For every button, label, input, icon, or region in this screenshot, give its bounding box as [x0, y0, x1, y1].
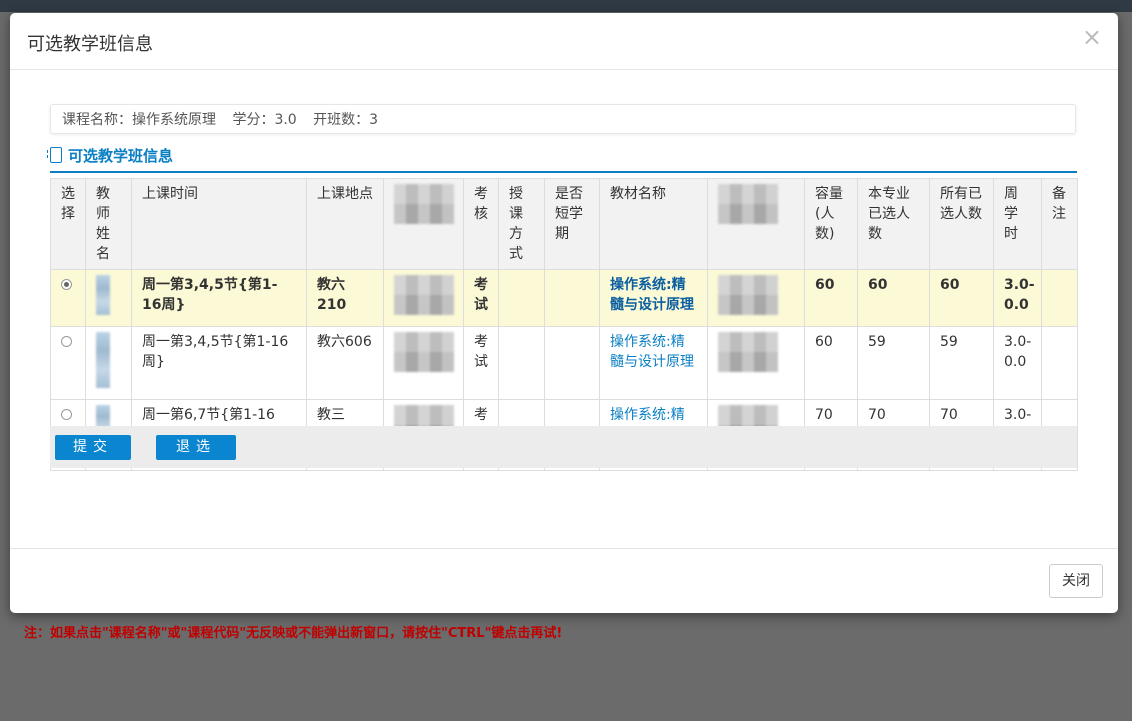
time-cell: 周一第3,4,5节{第1-16周} — [131, 269, 307, 327]
notice-text: 注：如果点击"课程名称"或"课程代码"无反映或不能弹出新窗口，请按住"CTRL"… — [24, 626, 563, 641]
col-teacher: 教师姓名 — [85, 178, 132, 270]
col-short-term: 是否短学期 — [544, 178, 600, 270]
col-exam: 考核 — [463, 178, 499, 270]
class-info-modal: 可选教学班信息 × 课程名称：操作系统原理 学分：3.0 开班数：3 可选教学班… — [10, 13, 1118, 613]
redacted-value — [718, 332, 778, 372]
select-radio[interactable] — [61, 279, 72, 290]
select-cell[interactable] — [50, 326, 86, 400]
remark-cell — [1041, 269, 1078, 327]
redacted-cell — [383, 269, 464, 327]
close-button[interactable]: 关闭 — [1049, 564, 1103, 598]
modal-title: 可选教学班信息 — [27, 34, 153, 55]
col-redacted-1 — [383, 178, 464, 270]
capacity-cell: 60 — [804, 269, 858, 327]
col-textbook: 教材名称 — [599, 178, 708, 270]
col-capacity: 容量(人数) — [804, 178, 858, 270]
table-header-row: 选择 教师姓名 上课时间 上课地点 考核 授课方式 是否短学期 教材名称 容量(… — [50, 178, 1078, 270]
redacted-teacher — [96, 275, 110, 315]
class-count: 开班数：3 — [313, 112, 379, 128]
course-credit: 学分：3.0 — [232, 112, 297, 128]
col-select: 选择 — [50, 178, 86, 270]
section-title: 可选教学班信息 — [47, 145, 174, 166]
submit-button[interactable]: 提交 — [55, 435, 131, 460]
time-cell: 周一第3,4,5节{第1-16周} — [131, 326, 307, 400]
book-icon — [47, 147, 62, 163]
section-divider — [50, 171, 1077, 173]
redacted-header — [394, 184, 454, 224]
weekly-hours-cell: 3.0-0.0 — [993, 269, 1042, 327]
major-selected-cell: 60 — [857, 269, 930, 327]
col-all-selected: 所有已选人数 — [929, 178, 994, 270]
textbook-link[interactable]: 操作系统:精髓与设计原理 — [599, 326, 708, 400]
all-selected-cell: 59 — [929, 326, 994, 400]
close-icon[interactable]: × — [1082, 25, 1102, 49]
major-selected-cell: 59 — [857, 326, 930, 400]
col-weekly-hours: 周学时 — [993, 178, 1042, 270]
place-cell: 教六606 — [306, 326, 384, 400]
action-bar: 提交 退选 — [50, 426, 1077, 468]
short-term-cell — [544, 326, 600, 400]
redacted-value — [394, 275, 454, 315]
select-cell[interactable] — [50, 269, 86, 327]
withdraw-button[interactable]: 退选 — [156, 435, 236, 460]
redacted-header — [718, 184, 778, 224]
col-place: 上课地点 — [306, 178, 384, 270]
remark-cell — [1041, 326, 1078, 400]
col-major-selected: 本专业已选人数 — [857, 178, 930, 270]
col-time: 上课时间 — [131, 178, 307, 270]
modal-header: 可选教学班信息 × — [10, 13, 1118, 70]
col-remark: 备注 — [1041, 178, 1078, 270]
all-selected-cell: 60 — [929, 269, 994, 327]
table-row[interactable]: 周一第3,4,5节{第1-16周} 教六210 考试 操作系统:精髓与设计原理 … — [50, 269, 1078, 327]
col-method: 授课方式 — [498, 178, 545, 270]
weekly-hours-cell: 3.0-0.0 — [993, 326, 1042, 400]
section-title-text: 可选教学班信息 — [68, 147, 174, 165]
select-radio[interactable] — [61, 336, 72, 347]
redacted-cell — [383, 326, 464, 400]
course-info-bar: 课程名称：操作系统原理 学分：3.0 开班数：3 — [50, 104, 1076, 134]
modal-footer — [10, 548, 1118, 549]
redacted-cell — [707, 326, 805, 400]
textbook-link[interactable]: 操作系统:精髓与设计原理 — [599, 269, 708, 327]
teacher-cell — [85, 269, 132, 327]
place-cell: 教六210 — [306, 269, 384, 327]
redacted-value — [718, 275, 778, 315]
redacted-cell — [707, 269, 805, 327]
col-redacted-2 — [707, 178, 805, 270]
exam-cell: 考试 — [463, 326, 499, 400]
redacted-value — [394, 332, 454, 372]
course-name: 课程名称：操作系统原理 — [62, 112, 216, 128]
method-cell — [498, 326, 545, 400]
table-row[interactable]: 周一第3,4,5节{第1-16周} 教六606 考试 操作系统:精髓与设计原理 … — [50, 326, 1078, 400]
teacher-cell — [85, 326, 132, 400]
select-radio[interactable] — [61, 409, 72, 420]
short-term-cell — [544, 269, 600, 327]
capacity-cell: 60 — [804, 326, 858, 400]
method-cell — [498, 269, 545, 327]
exam-cell: 考试 — [463, 269, 499, 327]
redacted-teacher — [96, 332, 110, 388]
browser-top-strip — [0, 0, 1132, 12]
